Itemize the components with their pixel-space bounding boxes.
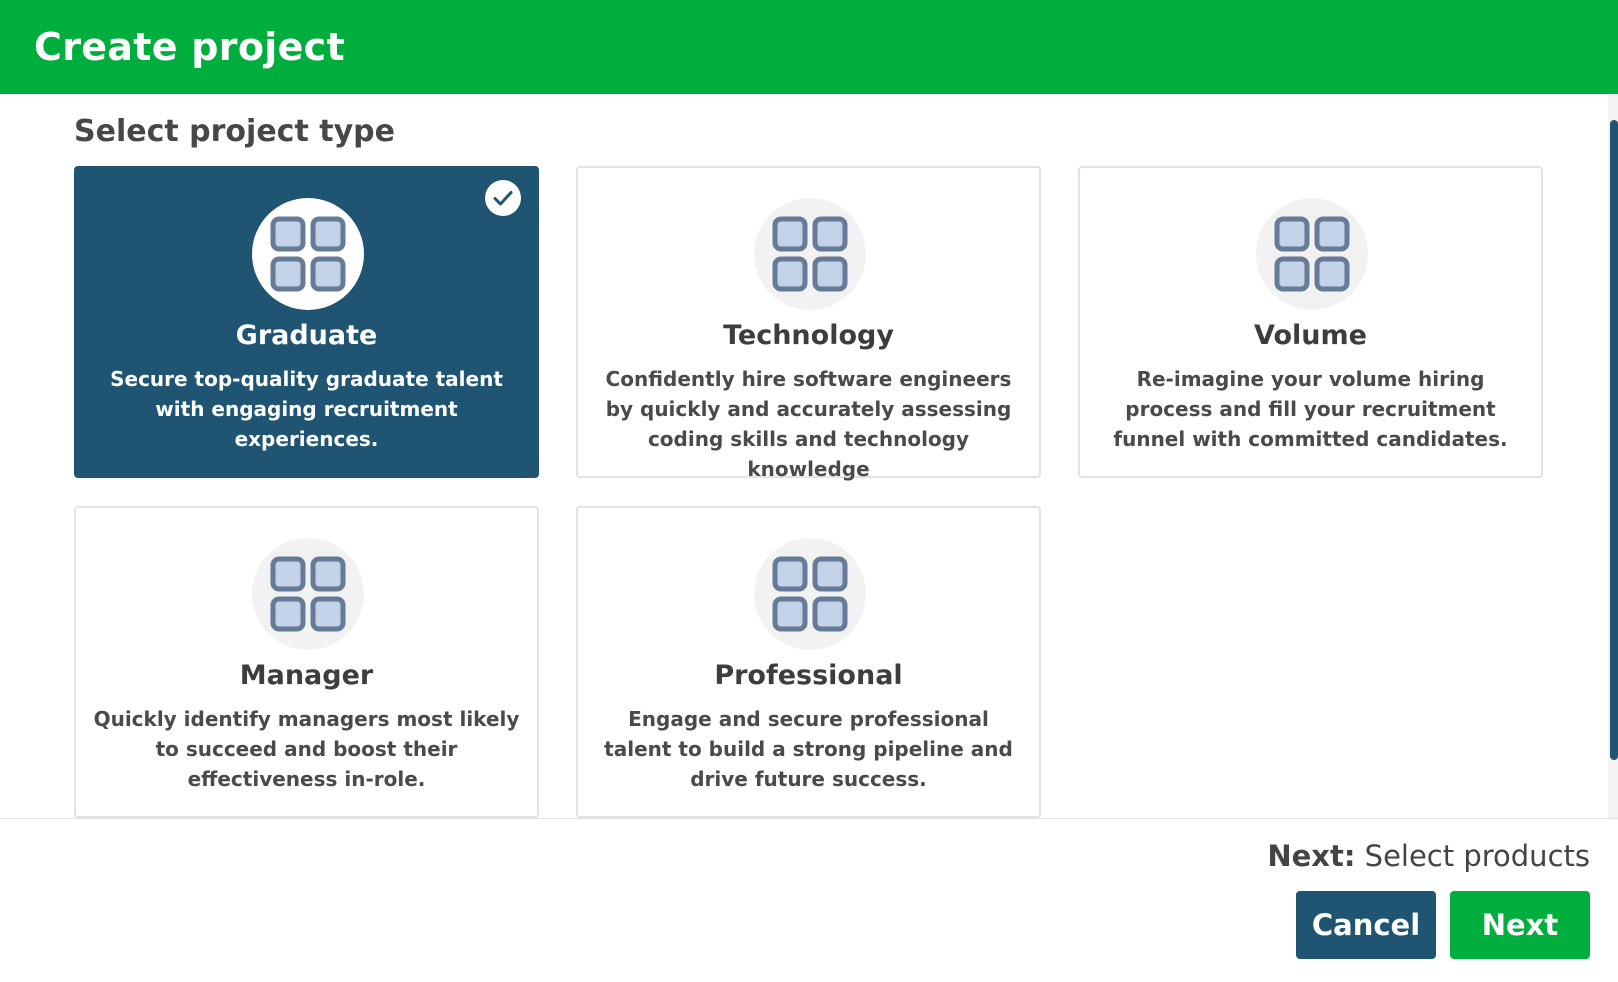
card-description: Quickly identify managers most likely to… [93, 707, 520, 791]
grid-icon [1274, 216, 1350, 292]
section-title: Select project type [74, 114, 395, 149]
card-title: Manager [239, 660, 374, 691]
header: Create project [0, 0, 1618, 94]
card-description: Confidently hire software engineers by q… [605, 367, 1012, 481]
project-type-card-graduate[interactable]: Graduate Secure top-quality graduate tal… [74, 166, 539, 478]
project-type-card-manager[interactable]: Manager Quickly identify managers most l… [74, 506, 539, 818]
next-step-label: Next: [1267, 839, 1356, 873]
page-title: Create project [34, 25, 345, 69]
cancel-button[interactable]: Cancel [1296, 891, 1436, 959]
project-type-card-professional[interactable]: Professional Engage and secure professio… [576, 506, 1041, 818]
icon-container [252, 538, 364, 650]
icon-container [1256, 198, 1368, 310]
card-description: Engage and secure professional talent to… [604, 707, 1013, 791]
card-title: Technology [723, 320, 894, 351]
grid-icon [772, 556, 848, 632]
footer: Next: Select products Cancel Next [0, 818, 1618, 982]
project-type-card-technology[interactable]: Technology Confidently hire software eng… [576, 166, 1041, 481]
next-step-indicator: Next: Select products [1267, 839, 1590, 873]
card-title: Volume [1254, 320, 1367, 351]
icon-container [252, 198, 364, 310]
scrollbar-thumb[interactable] [1610, 120, 1618, 760]
scrollbar[interactable] [1608, 94, 1618, 818]
next-step-value: Select products [1364, 839, 1590, 873]
card-title: Professional [714, 660, 903, 691]
grid-icon [270, 556, 346, 632]
grid-icon [270, 216, 346, 292]
icon-container [754, 198, 866, 310]
next-button[interactable]: Next [1450, 891, 1590, 959]
checkmark-icon [485, 180, 521, 216]
card-description: Secure top-quality graduate talent with … [110, 367, 503, 451]
project-type-card-volume[interactable]: Volume Re-imagine your volume hiring pro… [1078, 166, 1543, 478]
grid-icon [772, 216, 848, 292]
icon-container [754, 538, 866, 650]
card-title: Graduate [235, 320, 378, 351]
content-area: Select project type Graduate Secure top-… [0, 94, 1618, 818]
card-description: Re-imagine your volume hiring process an… [1113, 367, 1508, 451]
